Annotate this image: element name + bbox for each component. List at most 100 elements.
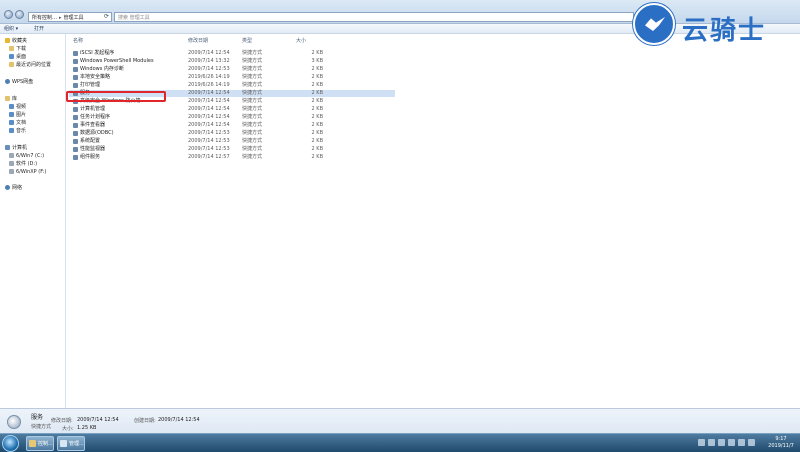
column-header-type[interactable]: 类型 xyxy=(242,37,252,44)
details-created-value: 2009/7/14 12:54 xyxy=(158,417,200,423)
file-date: 2009/7/14 12:54 xyxy=(188,106,230,112)
sidebar-item-drive-c[interactable]: 6/Win7 (C:) xyxy=(9,152,44,159)
sidebar-item-label: 音乐 xyxy=(16,128,27,134)
sidebar-item-label: 桌面 xyxy=(16,54,27,60)
sidebar-favorites[interactable]: 收藏夹 xyxy=(5,37,27,44)
organize-button[interactable]: 组织 ▾ xyxy=(4,25,18,32)
file-row[interactable]: 事件查看器 2009/7/14 12:54 快捷方式 2 KB xyxy=(69,122,395,129)
sidebar-item-label: 文档 xyxy=(16,120,27,126)
clock-time: 9:17 xyxy=(775,436,787,442)
sidebar-computer[interactable]: 计算机 xyxy=(5,144,27,151)
folder-icon xyxy=(29,440,36,447)
sidebar-item-label: 库 xyxy=(12,96,18,102)
sidebar-network[interactable]: 网络 xyxy=(5,184,22,191)
refresh-icon[interactable]: ⟳ xyxy=(104,13,112,21)
taskbar: 控制... 管理... 9:17 2019/11/7 xyxy=(0,433,800,452)
star-icon xyxy=(5,38,10,43)
sidebar-libraries[interactable]: 库 xyxy=(5,95,17,102)
taskbar-item-admin-tools[interactable]: 管理... xyxy=(57,436,85,451)
file-type: 快捷方式 xyxy=(242,50,263,56)
taskbar-item-control-panel[interactable]: 控制... xyxy=(26,436,54,451)
system-clock[interactable]: 9:17 2019/11/7 xyxy=(764,436,798,450)
recent-places-icon xyxy=(9,62,14,67)
file-name-label: 系统配置 xyxy=(80,138,101,144)
file-row[interactable]: Windows PowerShell Modules 2009/7/14 13:3… xyxy=(69,58,395,65)
file-date: 2019/6/26 14:19 xyxy=(188,82,230,88)
file-row[interactable]: 本地安全策略 2019/6/26 14:19 快捷方式 2 KB xyxy=(69,74,395,81)
file-size: 2 KB xyxy=(311,122,323,128)
taskbar-item-label: 控制... xyxy=(38,441,53,447)
file-size: 2 KB xyxy=(311,146,323,152)
file-type: 快捷方式 xyxy=(242,74,263,80)
sidebar-item-videos[interactable]: 视频 xyxy=(9,103,26,110)
file-date: 2009/7/14 12:54 xyxy=(188,98,230,104)
desktop-icon xyxy=(9,54,14,59)
breadcrumb-segment[interactable]: 所有控制… xyxy=(32,15,57,21)
file-name-label: 事件查看器 xyxy=(80,122,106,128)
back-button[interactable] xyxy=(4,10,13,19)
file-date: 2009/7/14 12:53 xyxy=(188,138,230,144)
open-button[interactable]: 打开 xyxy=(34,25,44,32)
start-button[interactable] xyxy=(2,435,19,452)
file-size: 3 KB xyxy=(311,58,323,64)
shortcut-icon xyxy=(73,83,78,88)
sidebar-item-music[interactable]: 音乐 xyxy=(9,127,26,134)
file-size: 2 KB xyxy=(311,90,323,96)
volume-icon[interactable] xyxy=(738,439,745,446)
details-modified-value: 2009/7/14 12:54 xyxy=(77,417,119,423)
sidebar-item-label: 6/Win7 (C:) xyxy=(16,152,45,159)
file-name: iSCSI 发起程序 xyxy=(73,50,114,57)
sidebar-item-drive-f[interactable]: 6/WinXP (F:) xyxy=(9,168,46,175)
column-header-date[interactable]: 修改日期 xyxy=(188,37,208,44)
shortcut-icon xyxy=(73,75,78,80)
forward-button[interactable] xyxy=(15,10,24,19)
file-row[interactable]: 组件服务 2009/7/14 12:57 快捷方式 2 KB xyxy=(69,154,395,161)
sidebar-item-label: 6/WinXP (F:) xyxy=(16,168,47,175)
shortcut-icon xyxy=(73,67,78,72)
file-row[interactable]: Windows 内存诊断 2009/7/14 12:53 快捷方式 2 KB xyxy=(69,66,395,73)
monitor-icon[interactable] xyxy=(718,439,725,446)
details-size-value: 1.25 KB xyxy=(77,425,97,431)
sidebar-item-documents[interactable]: 文档 xyxy=(9,119,26,126)
shortcut-icon xyxy=(73,131,78,136)
sidebar-item-drive-d[interactable]: 软件 (D:) xyxy=(9,160,37,167)
network-tray-icon[interactable] xyxy=(728,439,735,446)
knight-logo-icon xyxy=(633,3,675,45)
flag-icon[interactable] xyxy=(708,439,715,446)
file-row[interactable]: 系统配置 2009/7/14 12:53 快捷方式 2 KB xyxy=(69,138,395,145)
sidebar-item-label: 软件 (D:) xyxy=(16,161,38,167)
file-row[interactable]: 任务计划程序 2009/7/14 12:54 快捷方式 2 KB xyxy=(69,114,395,121)
file-name: 计算机管理 xyxy=(73,106,105,113)
address-bar[interactable]: 所有控制… ▸ 管理工具 xyxy=(28,12,112,22)
breadcrumb-segment[interactable]: 管理工具 xyxy=(64,15,84,21)
details-type: 快捷方式 xyxy=(31,424,52,430)
file-list: 名称 修改日期 类型 大小 iSCSI 发起程序 2009/7/14 12:54 快… xyxy=(66,34,800,408)
file-row[interactable]: 性能监视器 2009/7/14 12:53 快捷方式 2 KB xyxy=(69,146,395,153)
file-date: 2009/7/14 13:32 xyxy=(188,58,230,64)
file-row[interactable]: 打印管理 2019/6/26 14:19 快捷方式 2 KB xyxy=(69,82,395,89)
sidebar-item-pictures[interactable]: 图片 xyxy=(9,111,26,118)
file-name-label: 本地安全策略 xyxy=(80,74,111,80)
file-name-label: 性能监视器 xyxy=(80,146,106,152)
file-date: 2009/7/14 12:54 xyxy=(188,122,230,128)
file-name: 性能监视器 xyxy=(73,146,105,153)
sidebar-item-recent[interactable]: 最近访问的位置 xyxy=(9,61,51,68)
file-row[interactable]: iSCSI 发起程序 2009/7/14 12:54 快捷方式 2 KB xyxy=(69,50,395,57)
video-icon xyxy=(9,104,14,109)
file-size: 2 KB xyxy=(311,66,323,72)
sidebar-item-desktop[interactable]: 桌面 xyxy=(9,53,26,60)
file-size: 2 KB xyxy=(311,50,323,56)
file-row[interactable]: 计算机管理 2009/7/14 12:54 快捷方式 2 KB xyxy=(69,106,395,113)
column-header-size[interactable]: 大小 xyxy=(296,37,306,44)
sidebar-item-label: 最近访问的位置 xyxy=(16,62,52,68)
column-header-name[interactable]: 名称 xyxy=(73,37,83,44)
file-row[interactable]: 数据源(ODBC) 2009/7/14 12:53 快捷方式 2 KB xyxy=(69,130,395,137)
file-date: 2009/7/14 12:54 xyxy=(188,90,230,96)
services-icon xyxy=(7,415,21,429)
search-input[interactable]: 搜索 管理工具 xyxy=(114,12,634,22)
watermark-logo: 云骑士 xyxy=(628,2,798,46)
sidebar-item-downloads[interactable]: 下载 xyxy=(9,45,26,52)
power-icon[interactable] xyxy=(748,439,755,446)
keyboard-icon[interactable] xyxy=(698,439,705,446)
sidebar-item-wps[interactable]: WPS网盘 xyxy=(5,78,33,85)
